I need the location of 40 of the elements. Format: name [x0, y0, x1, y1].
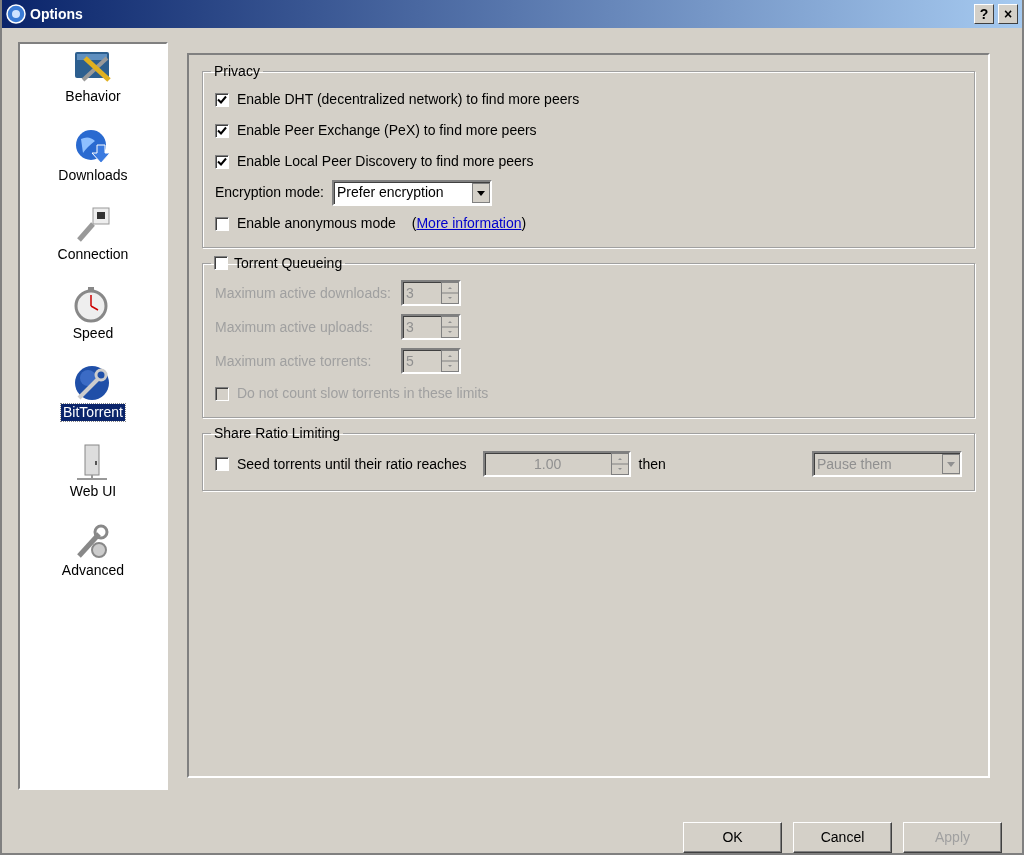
field-label: then [638, 454, 666, 474]
checkbox-label: Seed torrents until their ratio reaches [237, 454, 467, 474]
sidebar-item[interactable]: Connection [55, 246, 131, 263]
checkbox[interactable] [215, 92, 229, 107]
checkbox-label: Enable DHT (decentralized network) to find more peers [237, 90, 580, 109]
sidebar-item[interactable]: Behavior [63, 88, 123, 105]
checkbox[interactable] [215, 457, 229, 471]
group-title: Privacy [213, 62, 261, 80]
group-title: Torrent Queueing [234, 254, 343, 272]
ok-button[interactable]: OK [683, 822, 782, 853]
sidebar-item[interactable]: Speed [70, 325, 116, 342]
spin-arrows-icon[interactable] [441, 350, 459, 372]
checkbox[interactable] [214, 256, 228, 270]
app-icon [6, 4, 26, 24]
checkbox-label: Enable Peer Exchange (PeX) to find more peers [237, 121, 537, 140]
spin-arrows-icon[interactable] [610, 453, 629, 475]
checkbox-label: Enable anonymous mode [237, 214, 396, 233]
dropdown[interactable]: Prefer encryption [331, 179, 492, 206]
sidebar-item[interactable]: Advanced [59, 562, 127, 579]
checkbox[interactable] [215, 123, 229, 138]
close-button[interactable]: × [998, 4, 1018, 24]
paren-text: ) [521, 215, 527, 231]
cancel-button[interactable]: Cancel [793, 822, 892, 853]
checkbox[interactable] [215, 154, 229, 169]
checkbox[interactable] [215, 386, 229, 401]
caret-icon [942, 454, 960, 474]
caret-icon [471, 182, 490, 203]
sidebar-item[interactable]: BitTorrent [61, 404, 125, 421]
help-button[interactable]: ? [974, 4, 994, 24]
more-information-link[interactable]: More information [416, 215, 522, 231]
spin-arrows-icon[interactable] [441, 316, 459, 338]
checkbox[interactable] [215, 216, 229, 231]
checkbox-label: Enable Local Peer Discovery to find more peers [237, 152, 534, 171]
window-title: Options [30, 4, 83, 24]
sidebar-item[interactable]: Downloads [56, 167, 130, 184]
group-title: Share Ratio Limiting [213, 424, 342, 442]
spin-arrows-icon[interactable] [441, 282, 459, 304]
sidebar-item[interactable]: Web UI [67, 483, 119, 500]
paren-text: ( [411, 215, 417, 231]
field-label: Encryption mode: [215, 183, 324, 202]
